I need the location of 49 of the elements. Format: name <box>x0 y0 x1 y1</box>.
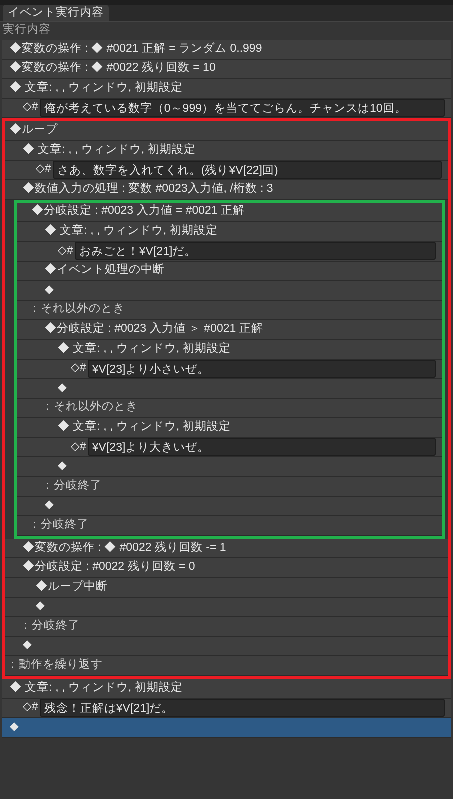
event-row[interactable]: ◇# おみごと！¥V[21]だ。 <box>17 242 442 262</box>
event-row[interactable]: ◆ 文章: , , ウィンドウ, 初期設定 <box>5 140 448 161</box>
event-row[interactable]: ◆ 文章: , , ウィンドウ, 初期設定 <box>17 418 442 438</box>
message-field: 残念！正解は¥V[21]だ。 <box>40 698 445 717</box>
event-row[interactable]: ◇# ¥V[23]より小さいぜ。 <box>17 360 442 380</box>
message-field: さあ、数字を入れてくれ。(残り¥V[22]回) <box>53 160 442 179</box>
branch-label-row[interactable]: ：動作を繰り返す <box>5 656 448 676</box>
event-row[interactable]: ◆ <box>17 379 442 399</box>
event-row[interactable]: ◇# 残念！正解は¥V[21]だ。 <box>2 698 451 718</box>
event-row[interactable]: ◆ <box>2 718 451 738</box>
message-field: おみごと！¥V[21]だ。 <box>75 242 436 260</box>
event-row[interactable]: ◆ 文章: , , ウィンドウ, 初期設定 <box>2 679 451 699</box>
branch-label-row[interactable]: ：それ以外のとき <box>17 300 442 320</box>
event-row[interactable]: ◆ <box>17 496 442 516</box>
event-row[interactable]: ◆分岐設定 : #0022 残り回数 = 0 <box>5 558 448 578</box>
event-row[interactable]: ◇# ¥V[23]より大きいぜ。 <box>17 438 442 458</box>
event-row[interactable]: ◆ <box>17 457 442 478</box>
event-row[interactable]: ◇# さあ、数字を入れてくれ。(残り¥V[22]回) <box>5 160 448 180</box>
event-row[interactable]: ◆ <box>17 281 442 301</box>
message-marker: ◇# <box>23 100 38 116</box>
message-field: ¥V[23]より大きいぜ。 <box>88 438 436 456</box>
message-field: 俺が考えている数字（0～999）を当ててごらん。チャンスは10回。 <box>40 99 445 118</box>
event-row[interactable]: ◆ループ中断 <box>5 578 448 598</box>
event-row[interactable]: ◆ <box>5 598 448 618</box>
event-row[interactable]: ◆変数の操作 : ◆ #0022 残り回数 = 10 <box>2 60 451 80</box>
event-row[interactable]: ◆ 文章: , , ウィンドウ, 初期設定 <box>2 79 451 99</box>
event-row[interactable]: ◆変数の操作 : ◆ #0021 正解 = ランダム 0..999 <box>2 40 451 60</box>
event-row[interactable]: ◆変数の操作 : ◆ #0022 残り回数 -= 1 <box>5 538 448 558</box>
message-marker: ◇# <box>23 700 38 716</box>
message-marker: ◇# <box>71 440 86 455</box>
branch-label-row[interactable]: ：分岐終了 <box>17 477 442 497</box>
event-row[interactable]: ◆ループ <box>5 121 448 141</box>
message-marker: ◇# <box>58 244 74 259</box>
panel-header: 実行内容 <box>2 22 52 38</box>
message-marker: ◇# <box>71 361 86 376</box>
message-field: ¥V[23]より小さいぜ。 <box>88 360 436 378</box>
event-row[interactable]: ◆イベント処理の中断 <box>17 262 442 282</box>
event-row[interactable]: ◆数値入力の処理 : 変数 #0023入力値, /桁数 : 3 <box>5 180 448 200</box>
event-row[interactable]: ◆ <box>5 636 448 656</box>
message-marker: ◇# <box>36 162 52 178</box>
event-row[interactable]: ◆ 文章: , , ウィンドウ, 初期設定 <box>17 222 442 242</box>
event-row[interactable]: ◆分岐設定 : #0023 入力値 = #0021 正解 <box>17 202 442 222</box>
branch-label-row[interactable]: ：それ以外のとき <box>17 398 442 418</box>
event-row[interactable]: ◆分岐設定 : #0023 入力値 ＞ #0021 正解 <box>17 320 442 340</box>
editor-tab[interactable]: イベント実行内容 <box>3 5 109 21</box>
event-row[interactable]: ◆ 文章: , , ウィンドウ, 初期設定 <box>17 340 442 360</box>
event-row[interactable]: ◇# 俺が考えている数字（0～999）を当ててごらん。チャンスは10回。 <box>2 98 451 118</box>
branch-label-row[interactable]: ：分岐終了 <box>17 516 442 536</box>
branch-label-row[interactable]: ：分岐終了 <box>5 617 448 637</box>
